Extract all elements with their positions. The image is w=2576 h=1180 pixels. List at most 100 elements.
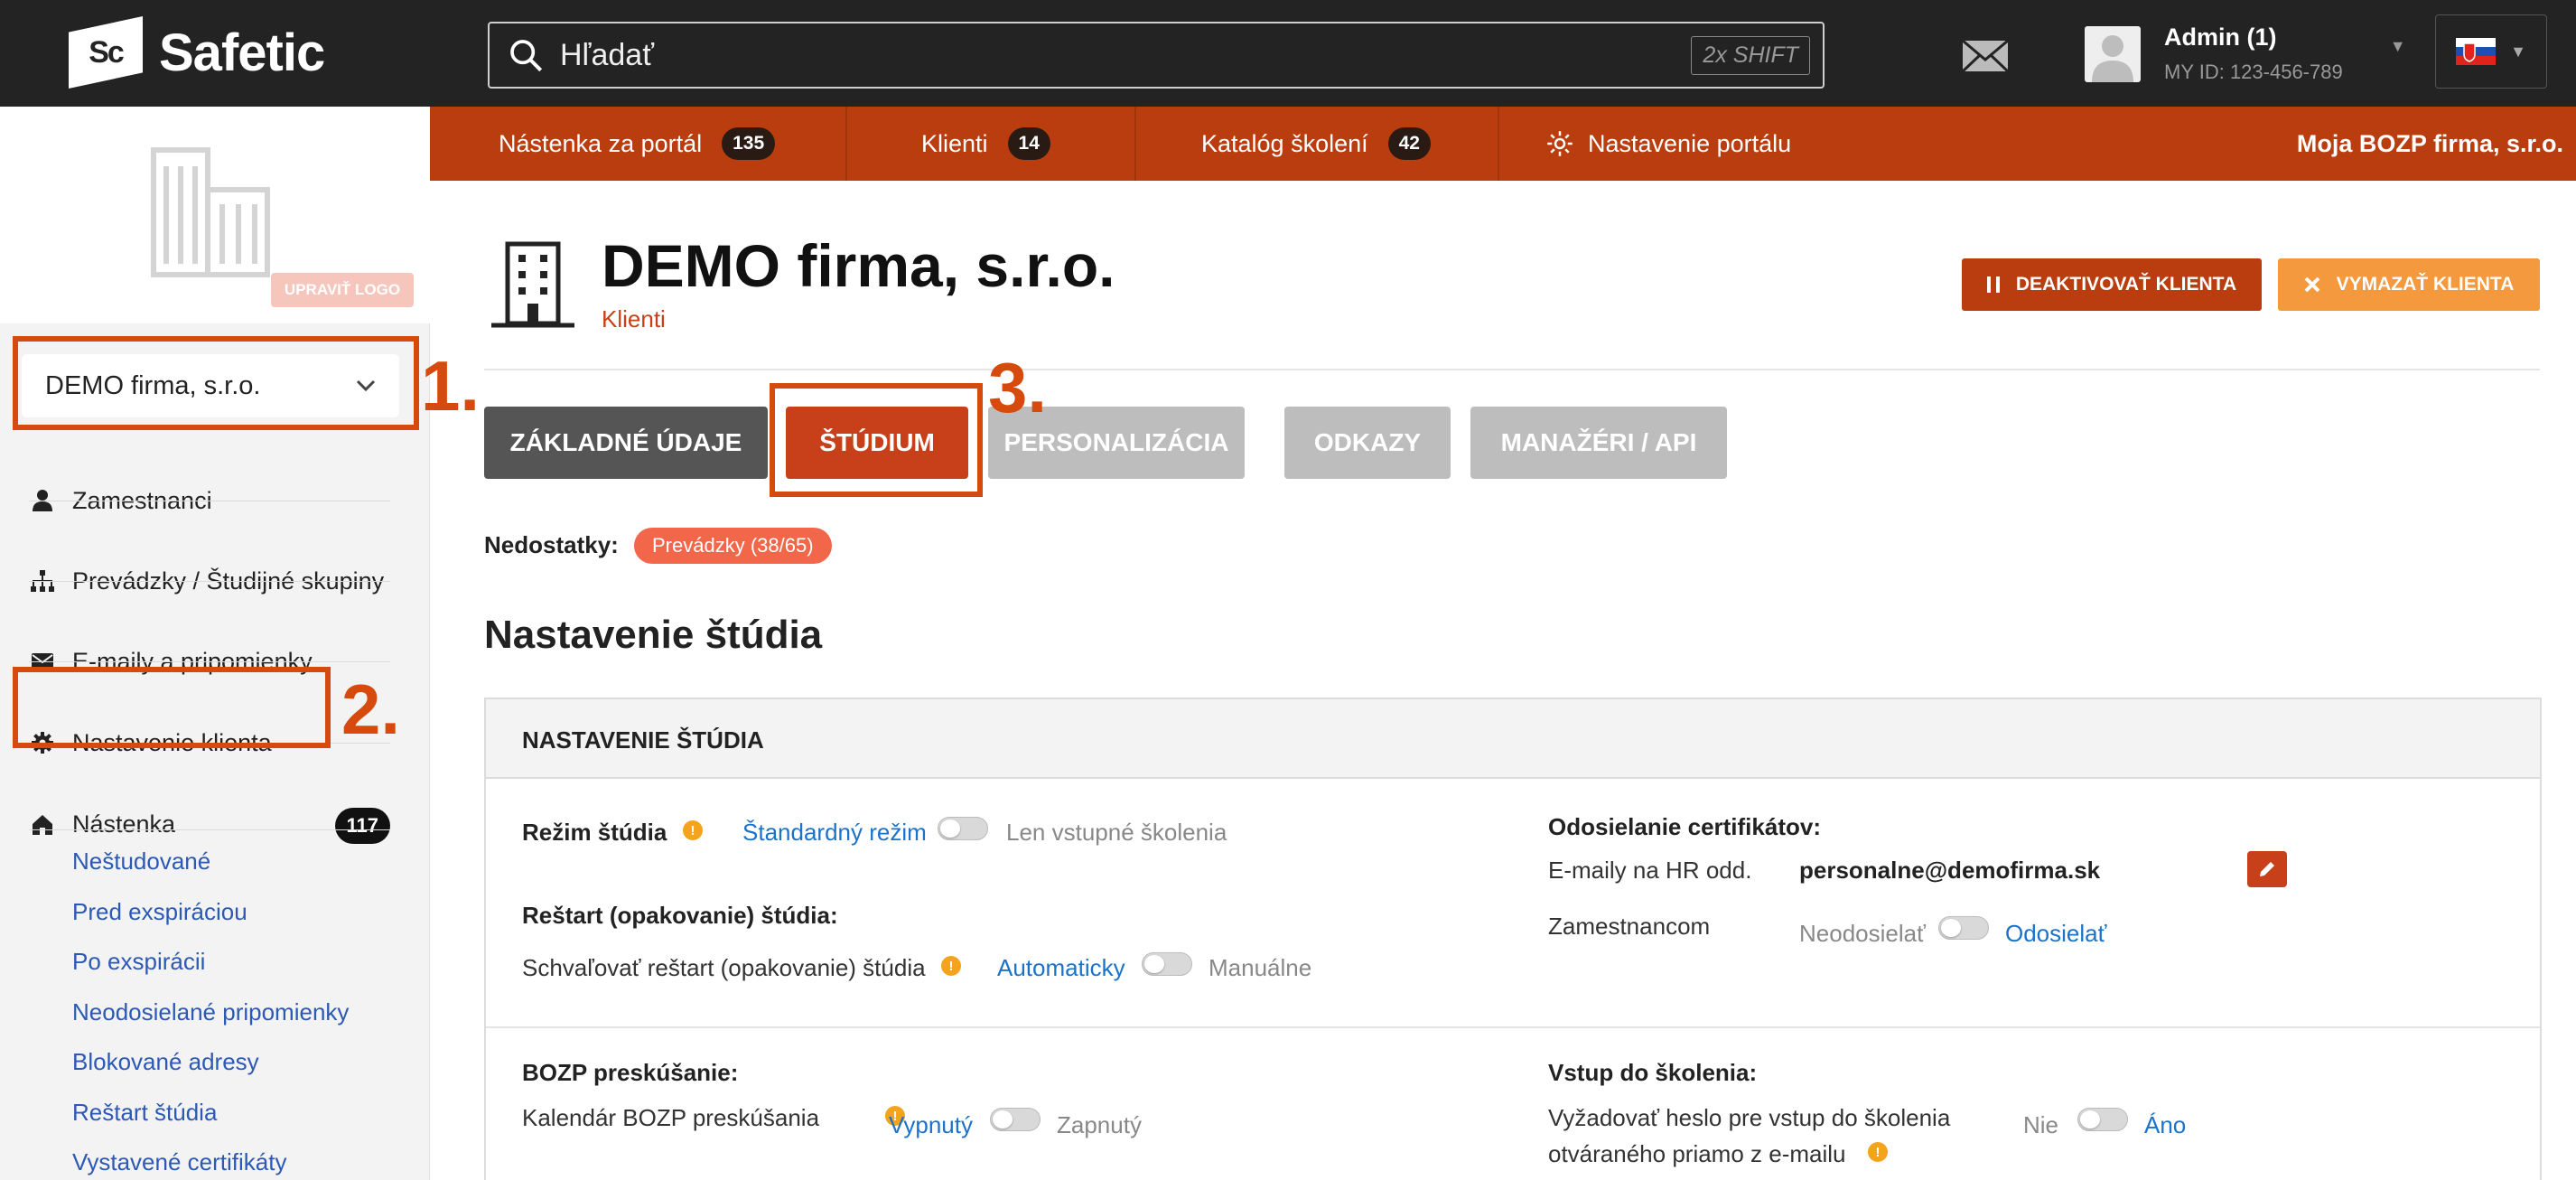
- nav-clients[interactable]: Klienti 14: [921, 107, 1050, 181]
- entry-password-yes-option[interactable]: Áno: [2144, 1111, 2186, 1139]
- entry-password-label-line2: otváraného priamo z e-mailu: [1548, 1140, 1846, 1167]
- divider: [845, 107, 847, 181]
- sublink-after-expiry[interactable]: Po exspirácii: [72, 948, 205, 976]
- button-label: DEAKTIVOVAŤ KLIENTA: [2015, 274, 2237, 295]
- restart-approval-label: Schvaľovať reštart (opakovanie) štúdia: [522, 954, 926, 981]
- bozp-toggle[interactable]: [990, 1108, 1041, 1131]
- restart-manual-option[interactable]: Manuálne: [1209, 954, 1311, 982]
- client-logo-area: UPRAVIŤ LOGO: [0, 107, 430, 323]
- sublink-restart-study[interactable]: Reštart štúdia: [72, 1099, 217, 1127]
- dashboard-count-badge: 117: [334, 808, 390, 844]
- building-placeholder-icon: [151, 147, 270, 277]
- delete-client-button[interactable]: VYMAZAŤ KLIENTA: [2278, 258, 2540, 311]
- study-mode-label: Režim štúdia: [522, 819, 667, 846]
- entry-heading: Vstup do školenia:: [1548, 1059, 1758, 1086]
- sublink-before-expiry[interactable]: Pred exspiráciou: [72, 898, 247, 926]
- panel-header: NASTAVENIE ŠTÚDIA: [486, 699, 2540, 779]
- deactivate-client-button[interactable]: DEAKTIVOVAŤ KLIENTA: [1962, 258, 2262, 311]
- nav-label: Klienti: [921, 129, 988, 157]
- edit-logo-button[interactable]: UPRAVIŤ LOGO: [271, 273, 414, 307]
- bozp-enabled-option[interactable]: Zapnutý: [1057, 1111, 1142, 1139]
- study-mode-standard-option[interactable]: Štandardný režim: [742, 819, 927, 847]
- entry-password-no-option[interactable]: Nie: [2023, 1111, 2058, 1139]
- chevron-down-icon[interactable]: ▼: [2390, 37, 2406, 56]
- send-to-employees-off-option[interactable]: Neodosielať: [1799, 920, 1926, 948]
- sublink-blocked-addresses[interactable]: Blokované adresy: [72, 1048, 259, 1076]
- page-title: DEMO firma, s.r.o.: [602, 232, 1115, 299]
- bozp-heading: BOZP preskúšanie:: [522, 1059, 739, 1086]
- mail-icon[interactable]: [1961, 39, 2010, 77]
- nav-label: Nastavenie portálu: [1588, 129, 1792, 157]
- nav-count-badge: 14: [1007, 127, 1050, 160]
- avatar: [2085, 25, 2141, 82]
- nav-count-badge: 42: [1387, 127, 1431, 160]
- divider: [486, 1026, 2540, 1028]
- slovak-flag-icon: [2456, 38, 2497, 65]
- search-shortcut-hint: 2x SHIFT: [1691, 36, 1810, 75]
- annotation-highlight-client-select: [13, 336, 419, 430]
- divider: [1498, 107, 1499, 181]
- send-to-employees-toggle[interactable]: [1938, 916, 1989, 940]
- bozp-calendar-label: Kalendár BOZP preskúšania: [522, 1104, 820, 1131]
- nav-count-badge: 135: [722, 127, 776, 160]
- annotation-label-2: 2.: [341, 670, 401, 749]
- logo-text: Safetic: [159, 23, 325, 82]
- gear-icon: [1547, 131, 1573, 156]
- search-icon: [510, 40, 543, 72]
- tab-managers-api[interactable]: MANAŽÉRI / API: [1470, 407, 1727, 479]
- bozp-disabled-option[interactable]: Vypnutý: [889, 1111, 973, 1139]
- divider: [484, 369, 2540, 370]
- sublink-issued-certificates[interactable]: Vystavené certifikáty: [72, 1148, 286, 1176]
- divider: [29, 581, 390, 582]
- panel-header-label: NASTAVENIE ŠTÚDIA: [522, 726, 764, 754]
- user-id: MY ID: 123-456-789: [2164, 61, 2343, 83]
- deficiency-badge[interactable]: Prevádzky (38/65): [634, 528, 832, 564]
- study-mode-toggle[interactable]: [938, 817, 988, 840]
- study-settings-panel: NASTAVENIE ŠTÚDIA Režim štúdia ! Štandar…: [484, 698, 2542, 1180]
- top-bar: Sc Safetic 2x SHIFT Admin (1) MY ID: 123…: [0, 0, 2576, 107]
- study-mode-entry-only-option[interactable]: Len vstupné školenia: [1006, 819, 1227, 847]
- nav-portal-settings[interactable]: Nastavenie portálu: [1546, 107, 1791, 181]
- pencil-icon: [2260, 862, 2274, 876]
- annotation-label-1: 1.: [421, 346, 481, 426]
- section-title: Nastavenie štúdia: [484, 613, 823, 657]
- close-icon: [2304, 276, 2320, 293]
- sidebar-item-label: Nástenka: [72, 810, 176, 838]
- portal-navbar: Nástenka za portál 135 Klienti 14 Kataló…: [430, 107, 2576, 181]
- hr-email-value: personalne@demofirma.sk: [1799, 857, 2101, 884]
- divider: [29, 661, 390, 662]
- nav-label: Nástenka za portál: [499, 129, 703, 157]
- tab-links[interactable]: ODKAZY: [1284, 407, 1451, 479]
- portal-company-name[interactable]: Moja BOZP firma, s.r.o.: [2297, 107, 2563, 181]
- edit-hr-email-button[interactable]: [2247, 851, 2287, 887]
- divider: [29, 829, 390, 830]
- search-box[interactable]: 2x SHIFT: [488, 22, 1825, 89]
- entry-password-toggle[interactable]: [2077, 1108, 2128, 1131]
- button-label: VYMAZAŤ KLIENTA: [2336, 274, 2515, 295]
- sublink-unsent-reminders[interactable]: Neodosielané pripomienky: [72, 998, 349, 1026]
- breadcrumb[interactable]: Klienti: [602, 305, 666, 333]
- restart-toggle[interactable]: [1142, 952, 1192, 976]
- main-content: DEMO firma, s.r.o. Klienti DEAKTIVOVAŤ K…: [430, 181, 2576, 1180]
- nav-label: Katalóg školení: [1201, 129, 1368, 157]
- nav-portal-dashboard[interactable]: Nástenka za portál 135: [499, 107, 776, 181]
- pause-icon: [1986, 276, 2000, 293]
- certificates-heading: Odosielanie certifikátov:: [1548, 813, 1821, 840]
- entry-password-label-line1: Vyžadovať heslo pre vstup do školenia: [1548, 1104, 1951, 1131]
- search-input[interactable]: [560, 37, 1644, 73]
- deficiencies-label: Nedostatky:: [484, 531, 619, 558]
- tab-basic-info[interactable]: ZÁKLADNÉ ÚDAJE: [484, 407, 768, 479]
- send-to-employees-on-option[interactable]: Odosielať: [2005, 920, 2106, 948]
- restart-automatic-option[interactable]: Automaticky: [997, 954, 1125, 982]
- sublink-not-studied[interactable]: Neštudované: [72, 848, 210, 876]
- divider: [1134, 107, 1136, 181]
- user-menu[interactable]: Admin (1) MY ID: 123-456-789 ▼: [2085, 23, 2406, 84]
- annotation-highlight-client-settings: [13, 667, 331, 748]
- language-selector[interactable]: ▼: [2435, 14, 2547, 89]
- building-icon: [491, 241, 574, 328]
- warning-icon: !: [1868, 1142, 1888, 1162]
- annotation-highlight-study-tab: [770, 383, 983, 497]
- app-logo[interactable]: Sc Safetic: [69, 16, 325, 89]
- nav-training-catalog[interactable]: Katalóg školení 42: [1201, 107, 1431, 181]
- user-name: Admin (1): [2164, 23, 2277, 51]
